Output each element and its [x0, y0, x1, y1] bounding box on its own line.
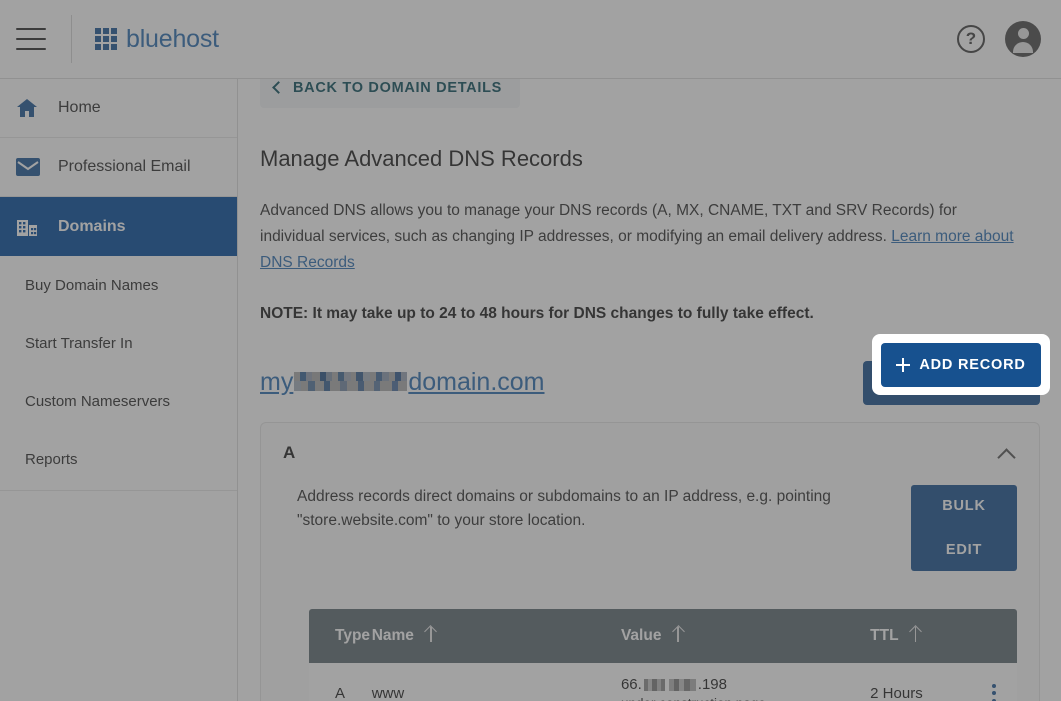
page-title: Manage Advanced DNS Records — [260, 146, 1040, 172]
sidebar-item-professional-email[interactable]: Professional Email — [0, 138, 237, 197]
back-to-domain-details-button[interactable]: BACK TO DOMAIN DETAILS — [260, 79, 520, 108]
add-record-label: ADD RECORD — [919, 357, 1025, 373]
sidebar-item-custom-nameservers[interactable]: Custom Nameservers — [0, 372, 237, 430]
help-icon[interactable]: ? — [957, 25, 985, 53]
sidebar-item-start-transfer-in[interactable]: Start Transfer In — [0, 314, 237, 372]
edit-label: EDIT — [946, 528, 982, 572]
cell-ttl: 2 Hours — [870, 685, 970, 701]
chevron-left-icon — [272, 81, 285, 94]
page-description: Advanced DNS allows you to manage your D… — [260, 198, 1022, 276]
column-header-name-label: Name — [372, 627, 414, 644]
sort-ascending-arrow-icon[interactable] — [910, 627, 921, 642]
hamburger-menu-icon[interactable] — [16, 28, 46, 50]
record-section-header: A — [283, 443, 1017, 464]
cell-name: www — [372, 685, 621, 701]
mail-icon — [16, 158, 42, 176]
record-type-description: Address records direct domains or subdom… — [283, 485, 883, 533]
column-header-type: Type — [309, 627, 372, 645]
cell-value-ip: 66. .198 — [621, 676, 870, 693]
chevron-up-icon[interactable] — [997, 448, 1015, 466]
column-header-value: Value — [621, 627, 870, 645]
table-header-row: Type Name Value TTL — [309, 609, 1017, 663]
column-header-ttl: TTL — [870, 627, 970, 645]
grid-logo-icon — [95, 28, 117, 50]
user-avatar-icon[interactable] — [1005, 21, 1041, 57]
sidebar-item-label: Professional Email — [58, 158, 191, 176]
sort-ascending-arrow-icon[interactable] — [425, 627, 436, 642]
description-text: Advanced DNS allows you to manage your D… — [260, 202, 957, 245]
domain-suffix: domain.com — [408, 368, 544, 397]
sidebar-item-label: Home — [58, 99, 101, 117]
kebab-menu-icon[interactable] — [992, 684, 996, 701]
header-actions: ? — [957, 21, 1041, 57]
home-icon — [16, 98, 42, 118]
ip-suffix: .198 — [698, 676, 727, 693]
sidebar-subitem-label: Reports — [25, 451, 78, 468]
sidebar-subitem-label: Start Transfer In — [25, 335, 133, 352]
sidebar-subitem-label: Custom Nameservers — [25, 393, 170, 410]
redacted-domain-segment — [294, 372, 407, 391]
domain-prefix: my — [260, 368, 293, 397]
building-icon — [16, 217, 42, 237]
back-button-label: BACK TO DOMAIN DETAILS — [293, 80, 502, 96]
plus-icon — [896, 358, 910, 372]
cell-actions — [971, 684, 1017, 701]
dns-propagation-note: NOTE: It may take up to 24 to 48 hours f… — [260, 305, 1040, 323]
cell-type: A — [309, 685, 372, 701]
redacted-ip-octet — [669, 679, 696, 691]
record-section-body: Address records direct domains or subdom… — [283, 485, 1017, 571]
bluehost-logo[interactable]: bluehost — [95, 25, 219, 54]
cell-value: 66. .198 under construction page — [621, 676, 870, 701]
dns-record-section-a: A Address records direct domains or subd… — [260, 422, 1040, 701]
column-header-name: Name — [372, 627, 621, 645]
sidebar-submenu: Buy Domain Names Start Transfer In Custo… — [0, 256, 237, 491]
sidebar-item-home[interactable]: Home — [0, 79, 237, 138]
sidebar-item-label: Domains — [58, 218, 126, 236]
column-header-ttl-label: TTL — [870, 627, 898, 644]
app-root: bluehost ? Home Professional Email — [0, 0, 1061, 701]
sidebar-subitem-label: Buy Domain Names — [25, 277, 158, 294]
left-sidebar: Home Professional Email — [0, 79, 238, 701]
table-row[interactable]: A www 66. .198 under construction page 2 … — [309, 663, 1017, 701]
redacted-ip-octet — [644, 679, 665, 691]
bulk-edit-button[interactable]: BULK EDIT — [911, 485, 1017, 571]
column-header-value-label: Value — [621, 627, 662, 644]
cell-value-note: under construction page — [621, 696, 870, 701]
record-type-heading: A — [283, 443, 295, 463]
dns-records-table: Type Name Value TTL A — [309, 609, 1017, 701]
top-header-bar: bluehost ? — [0, 0, 1061, 79]
domain-name-link[interactable]: my domain.com — [260, 368, 545, 397]
bulk-label: BULK — [942, 484, 985, 528]
ip-prefix: 66. — [621, 676, 642, 693]
add-record-spotlight-highlight: ADD RECORD — [872, 334, 1050, 395]
header-divider — [71, 15, 72, 63]
sidebar-item-buy-domain-names[interactable]: Buy Domain Names — [0, 256, 237, 314]
sidebar-item-reports[interactable]: Reports — [0, 430, 237, 488]
add-record-button[interactable]: ADD RECORD — [881, 343, 1041, 387]
sidebar-item-domains[interactable]: Domains — [0, 197, 237, 256]
sort-ascending-arrow-icon[interactable] — [672, 627, 683, 642]
brand-name: bluehost — [126, 25, 219, 54]
